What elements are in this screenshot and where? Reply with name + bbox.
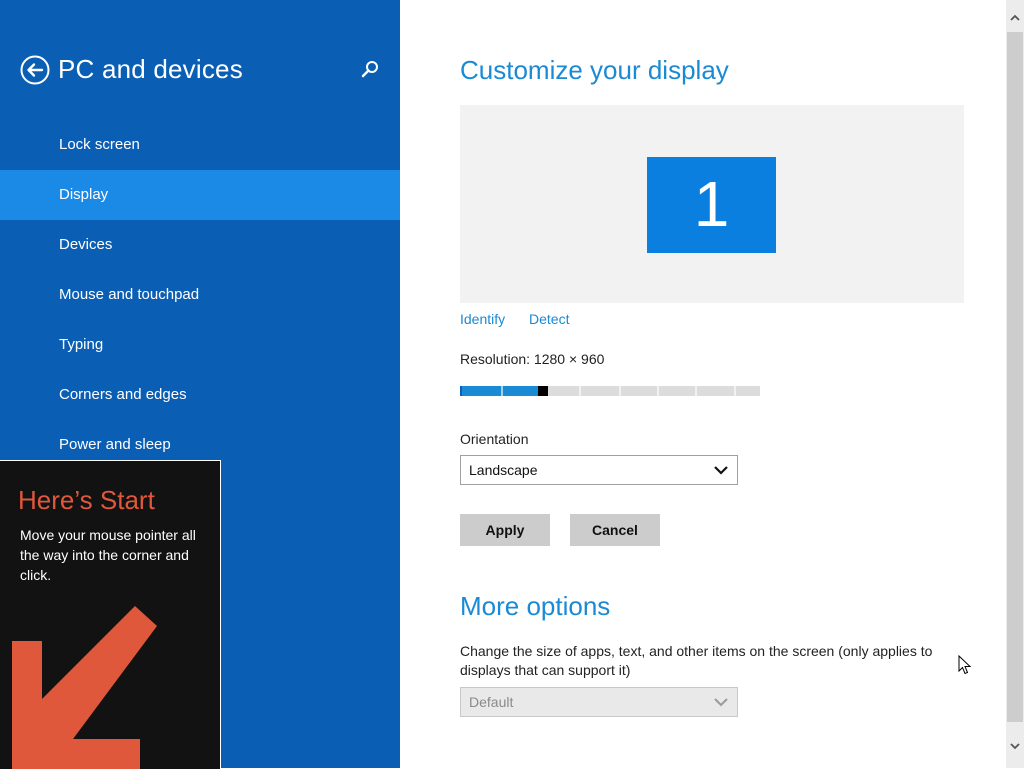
sidebar-item-label: Lock screen xyxy=(59,136,140,153)
resolution-slider[interactable] xyxy=(460,386,760,396)
sidebar-item-label: Devices xyxy=(59,236,113,253)
chevron-down-icon xyxy=(714,466,728,475)
sidebar-item-corners-and-edges[interactable]: Corners and edges xyxy=(0,370,400,420)
section-title-more-options: More options xyxy=(460,591,611,621)
sidebar-item-label: Corners and edges xyxy=(59,386,187,403)
scrollbar-thumb[interactable] xyxy=(1007,32,1023,722)
sidebar-item-display[interactable]: Display xyxy=(0,170,400,220)
display-settings-pane: Customize your display 1 Identify Detect… xyxy=(400,0,1006,768)
detect-link[interactable]: Detect xyxy=(529,311,569,327)
sidebar-item-label: Display xyxy=(59,186,109,203)
scale-dropdown[interactable]: Default xyxy=(460,687,738,717)
scale-value: Default xyxy=(469,694,514,710)
sidebar-item-lock-screen[interactable]: Lock screen xyxy=(0,120,400,170)
chevron-down-icon xyxy=(714,698,728,707)
down-left-arrow-icon xyxy=(12,606,157,769)
page-title: PC and devices xyxy=(58,54,243,84)
start-tip-title: Here’s Start xyxy=(18,485,155,515)
scale-description: Change the size of apps, text, and other… xyxy=(460,643,933,678)
back-arrow-icon[interactable] xyxy=(20,55,50,85)
search-icon[interactable] xyxy=(360,59,380,79)
resolution-label: Resolution: 1280 × 960 xyxy=(460,351,605,367)
section-title-customize: Customize your display xyxy=(460,55,729,85)
orientation-label: Orientation xyxy=(460,431,529,447)
sidebar-item-label: Mouse and touchpad xyxy=(59,286,200,303)
scroll-up-arrow-icon[interactable] xyxy=(1009,12,1021,24)
orientation-dropdown[interactable]: Landscape xyxy=(460,455,738,485)
apply-button[interactable]: Apply xyxy=(460,514,550,546)
orientation-value: Landscape xyxy=(469,462,538,478)
monitor-tile[interactable]: 1 xyxy=(647,157,776,253)
sidebar-item-typing[interactable]: Typing xyxy=(0,320,400,370)
sidebar-nav: Lock screen Display Devices Mouse and to… xyxy=(0,120,400,470)
cancel-button[interactable]: Cancel xyxy=(570,514,660,546)
scroll-down-arrow-icon[interactable] xyxy=(1009,740,1021,752)
vertical-scrollbar[interactable] xyxy=(1006,0,1024,768)
sidebar-item-label: Power and sleep xyxy=(59,436,171,453)
start-tip-popup[interactable]: Here’s Start Move your mouse pointer all… xyxy=(0,460,221,769)
identify-link[interactable]: Identify xyxy=(460,311,505,327)
start-tip-text: Move your mouse pointer all the way into… xyxy=(20,527,196,583)
display-arrangement-area: 1 xyxy=(460,105,964,303)
sidebar-item-devices[interactable]: Devices xyxy=(0,220,400,270)
slider-thumb xyxy=(538,386,548,396)
mouse-cursor-icon xyxy=(958,655,972,675)
sidebar-item-mouse-and-touchpad[interactable]: Mouse and touchpad xyxy=(0,270,400,320)
sidebar-item-label: Typing xyxy=(59,336,104,353)
